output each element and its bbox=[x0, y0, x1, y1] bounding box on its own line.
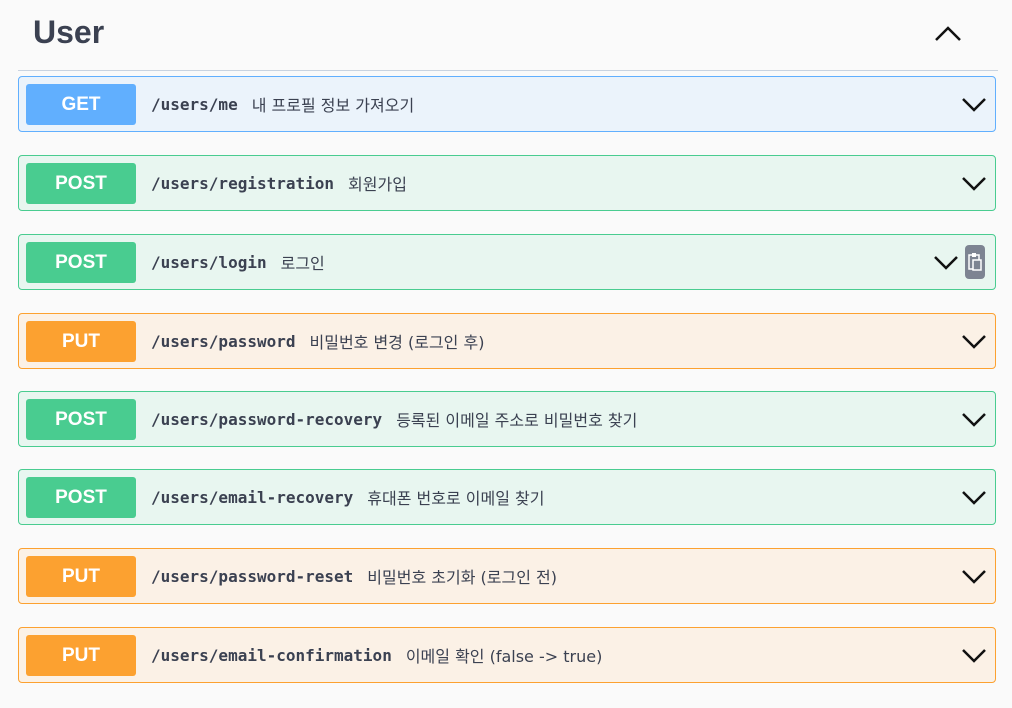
operation-post-users-email-recovery[interactable]: POST /users/email-recovery 휴대폰 번호로 이메일 찾… bbox=[18, 469, 996, 525]
method-badge: POST bbox=[26, 399, 136, 440]
copy-icon[interactable] bbox=[965, 245, 985, 279]
method-badge: PUT bbox=[26, 556, 136, 597]
operation-path: /users/password-reset bbox=[151, 566, 354, 586]
method-badge: POST bbox=[26, 242, 136, 283]
chevron-up-icon[interactable] bbox=[933, 22, 963, 46]
operation-post-users-registration[interactable]: POST /users/registration 회원가입 bbox=[18, 155, 996, 211]
chevron-down-icon[interactable] bbox=[961, 331, 987, 351]
operation-put-users-password-reset[interactable]: PUT /users/password-reset 비밀번호 초기화 (로그인 … bbox=[18, 548, 996, 604]
chevron-down-icon[interactable] bbox=[961, 487, 987, 507]
method-badge: PUT bbox=[26, 635, 136, 676]
operation-summary: 회원가입 bbox=[348, 175, 407, 194]
operation-summary: 이메일 확인 (false -> true) bbox=[405, 647, 603, 666]
section-title: User bbox=[33, 14, 105, 50]
chevron-down-icon[interactable] bbox=[961, 173, 987, 193]
operation-summary: 휴대폰 번호로 이메일 찾기 bbox=[367, 489, 545, 508]
operation-post-users-password-recovery[interactable]: POST /users/password-recovery 등록된 이메일 주소… bbox=[18, 391, 996, 447]
operation-get-users-me[interactable]: GET /users/me 내 프로필 정보 가져오기 bbox=[18, 76, 996, 132]
operation-summary: 로그인 bbox=[280, 254, 325, 273]
method-badge: POST bbox=[26, 477, 136, 518]
operation-summary: 비밀번호 초기화 (로그인 전) bbox=[367, 568, 557, 587]
operation-post-users-login[interactable]: POST /users/login 로그인 bbox=[18, 234, 996, 290]
section-header-user[interactable]: User bbox=[18, 0, 998, 71]
chevron-down-icon[interactable] bbox=[961, 645, 987, 665]
operation-summary: 내 프로필 정보 가져오기 bbox=[251, 96, 415, 115]
operation-path: /users/email-confirmation bbox=[151, 645, 392, 665]
operation-path: /users/registration bbox=[151, 173, 335, 193]
operation-put-users-password[interactable]: PUT /users/password 비밀번호 변경 (로그인 후) bbox=[18, 313, 996, 369]
method-badge: PUT bbox=[26, 321, 136, 362]
operation-put-users-email-confirmation[interactable]: PUT /users/email-confirmation 이메일 확인 (fa… bbox=[18, 627, 996, 683]
method-badge: GET bbox=[26, 84, 136, 125]
chevron-down-icon[interactable] bbox=[961, 566, 987, 586]
operation-path: /users/password-recovery bbox=[151, 409, 383, 429]
operation-path: /users/email-recovery bbox=[151, 487, 354, 507]
chevron-down-icon[interactable] bbox=[961, 94, 987, 114]
operation-path: /users/login bbox=[151, 252, 267, 272]
operation-summary: 등록된 이메일 주소로 비밀번호 찾기 bbox=[396, 411, 638, 430]
chevron-down-icon[interactable] bbox=[933, 252, 959, 272]
operation-path: /users/password bbox=[151, 331, 296, 351]
method-badge: POST bbox=[26, 163, 136, 204]
chevron-down-icon[interactable] bbox=[961, 409, 987, 429]
operation-summary: 비밀번호 변경 (로그인 후) bbox=[309, 333, 485, 352]
operation-path: /users/me bbox=[151, 94, 238, 114]
